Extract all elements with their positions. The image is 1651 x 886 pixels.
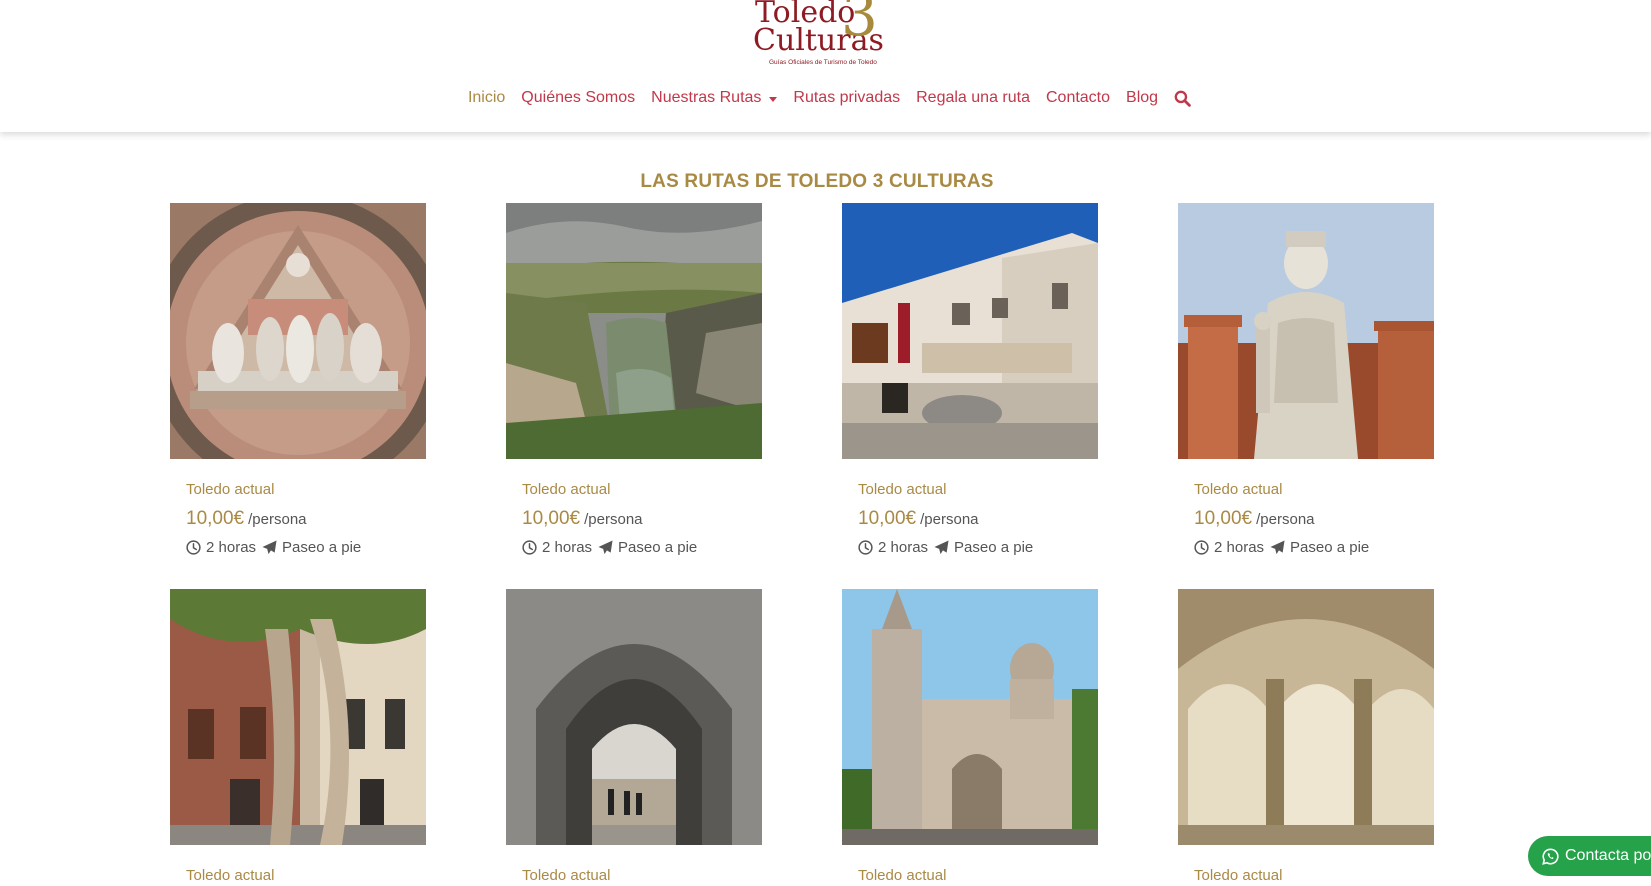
whatsapp-label: Contacta por WhatsApp (1565, 847, 1651, 864)
card-info: Toledo actual (170, 866, 426, 886)
search-button[interactable] (1174, 90, 1191, 107)
duration-text: 2 horas (878, 538, 929, 556)
card-info: Toledo actual 10,00€/persona 2 horas Pas… (506, 480, 762, 557)
logo-tagline: Guías Oficiales de Turismo de Toledo (769, 59, 877, 66)
chevron-down-icon (769, 96, 778, 102)
route-image[interactable] (506, 203, 762, 459)
clock-icon (186, 539, 201, 555)
price-unit: /persona (1256, 511, 1315, 528)
price-value: 10,00€ (522, 508, 581, 529)
card-category[interactable]: Toledo actual (186, 866, 426, 886)
price-value: 10,00€ (858, 508, 917, 529)
card-category[interactable]: Toledo actual (522, 866, 762, 886)
route-image[interactable] (506, 589, 762, 845)
price-value: 10,00€ (1194, 508, 1253, 529)
section-title: LAS RUTAS DE TOLEDO 3 CULTURAS (640, 170, 994, 192)
card-price: 10,00€/persona (186, 508, 426, 530)
card-info: Toledo actual 10,00€/persona 2 horas Pas… (842, 480, 1098, 557)
card-category[interactable]: Toledo actual (1194, 866, 1434, 886)
nav-regala-una-ruta[interactable]: Regala una ruta (916, 89, 1030, 107)
route-image[interactable] (1178, 589, 1434, 845)
nav-inicio[interactable]: Inicio (468, 89, 505, 107)
route-image[interactable] (842, 203, 1098, 459)
card-category[interactable]: Toledo actual (858, 866, 1098, 886)
route-image[interactable] (842, 589, 1098, 845)
duration-text: 2 horas (542, 538, 593, 556)
whatsapp-contact-button[interactable]: Contacta por WhatsApp (1528, 836, 1651, 876)
clock-icon (522, 539, 537, 555)
card-category[interactable]: Toledo actual (1194, 480, 1434, 500)
card-price: 10,00€/persona (858, 508, 1098, 530)
route-card: Toledo actual (842, 589, 1098, 886)
nav-nuestras-rutas[interactable]: Nuestras Rutas (651, 89, 778, 107)
route-image[interactable] (1178, 203, 1434, 459)
paper-plane-icon (598, 539, 613, 554)
card-category[interactable]: Toledo actual (858, 480, 1098, 500)
price-unit: /persona (584, 511, 643, 528)
price-unit: /persona (920, 511, 979, 528)
route-card: Toledo actual (170, 589, 426, 886)
nav-nuestras-rutas-label: Nuestras Rutas (651, 89, 762, 106)
card-meta: 2 horas Paseo a pie (1194, 537, 1434, 557)
nav-quienes-somos[interactable]: Quiénes Somos (521, 89, 635, 107)
card-meta: 2 horas Paseo a pie (522, 537, 762, 557)
card-meta: 2 horas Paseo a pie (858, 537, 1098, 557)
nav-rutas-privadas[interactable]: Rutas privadas (793, 89, 900, 107)
main-nav: Inicio Quiénes Somos Nuestras Rutas Ruta… (0, 86, 1651, 110)
card-price: 10,00€/persona (522, 508, 762, 530)
mode-text: Paseo a pie (1290, 538, 1370, 556)
card-category[interactable]: Toledo actual (522, 480, 762, 500)
card-meta: 2 horas Paseo a pie (186, 537, 426, 557)
route-card: Toledo actual (1178, 589, 1434, 886)
card-info: Toledo actual (506, 866, 762, 886)
card-info: Toledo actual 10,00€/persona 2 horas Pas… (170, 480, 426, 557)
card-info: Toledo actual (842, 866, 1098, 886)
route-card: Toledo actual 10,00€/persona 2 horas Pas… (842, 203, 1098, 557)
site-header: Toledo Culturas 3 Guías Oficiales de Tur… (0, 0, 1651, 132)
duration-text: 2 horas (1214, 538, 1265, 556)
route-image[interactable] (170, 203, 426, 459)
card-info: Toledo actual 10,00€/persona 2 horas Pas… (1178, 480, 1434, 557)
route-card: Toledo actual 10,00€/persona 2 horas Pas… (506, 203, 762, 557)
paper-plane-icon (1270, 539, 1285, 554)
card-info: Toledo actual (1178, 866, 1434, 886)
site-logo[interactable]: Toledo Culturas 3 Guías Oficiales de Tur… (745, 0, 895, 70)
logo-number: 3 (841, 0, 878, 49)
nav-contacto[interactable]: Contacto (1046, 89, 1110, 107)
card-price: 10,00€/persona (1194, 508, 1434, 530)
search-icon (1174, 90, 1191, 107)
route-card: Toledo actual (506, 589, 762, 886)
clock-icon (858, 539, 873, 555)
mode-text: Paseo a pie (618, 538, 698, 556)
nav-blog[interactable]: Blog (1126, 89, 1158, 107)
route-image[interactable] (170, 589, 426, 845)
card-category[interactable]: Toledo actual (186, 480, 426, 500)
whatsapp-icon (1542, 847, 1559, 865)
clock-icon (1194, 539, 1209, 555)
mode-text: Paseo a pie (954, 538, 1034, 556)
route-card: Toledo actual 10,00€/persona 2 horas Pas… (1178, 203, 1434, 557)
price-unit: /persona (248, 511, 307, 528)
duration-text: 2 horas (206, 538, 257, 556)
route-card: Toledo actual 10,00€/persona 2 horas Pas… (170, 203, 426, 557)
mode-text: Paseo a pie (282, 538, 362, 556)
paper-plane-icon (934, 539, 949, 554)
paper-plane-icon (262, 539, 277, 554)
price-value: 10,00€ (186, 508, 245, 529)
